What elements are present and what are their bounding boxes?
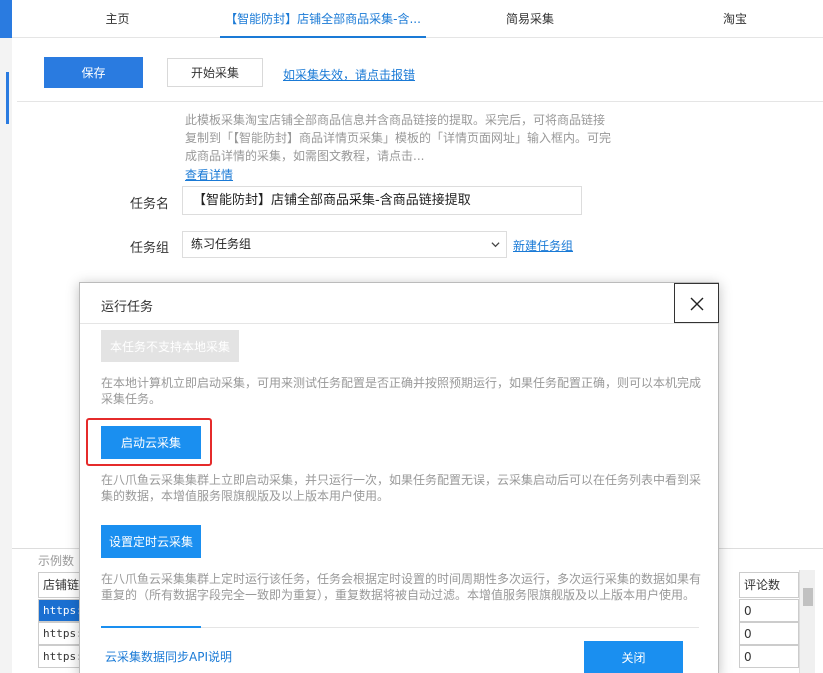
tab-taobao[interactable]: 淘宝: [690, 0, 780, 38]
sample-data-label: 示例数: [38, 554, 75, 568]
table-row-comments[interactable]: 0: [739, 622, 799, 645]
table-header-comments: 评论数: [739, 572, 799, 598]
table-row-comments[interactable]: 0: [739, 645, 799, 668]
task-group-label: 任务组: [130, 241, 170, 256]
schedule-cloud-collect-button[interactable]: 设置定时云采集: [101, 525, 201, 558]
task-name-input[interactable]: 【智能防封】店铺全部商品采集-含商品链接提取: [182, 186, 582, 215]
top-tab-bar: 主页 【智能防封】店铺全部商品采集-含... 简易采集 淘宝: [0, 0, 823, 38]
report-error-link[interactable]: 如采集失效，请点击报错: [283, 66, 415, 83]
local-collect-button: 本任务不支持本地采集: [101, 330, 239, 362]
dialog-close-button[interactable]: [674, 283, 719, 323]
window-accent: [0, 0, 12, 38]
scrollbar-thumb[interactable]: [803, 588, 813, 606]
dialog-title: 运行任务: [101, 300, 154, 315]
chevron-down-icon: [491, 242, 500, 248]
task-group-select[interactable]: 练习任务组: [182, 231, 507, 258]
start-cloud-collect-button[interactable]: 启动云采集: [101, 426, 201, 459]
template-description: 此模板采集淘宝店铺全部商品信息并含商品链接的提取。采完后，可将商品链接复制到「【…: [185, 113, 612, 163]
table-row-url[interactable]: https:: [38, 622, 83, 645]
table-header-shop-link: 店铺链: [38, 572, 83, 598]
cloud-api-doc-link[interactable]: 云采集数据同步API说明: [105, 648, 232, 665]
tab-current-task[interactable]: 【智能防封】店铺全部商品采集-含...: [220, 0, 426, 38]
footer-accent-bar: [101, 626, 201, 628]
toolbar-divider: [17, 101, 823, 102]
table-row-comments[interactable]: 0: [739, 599, 799, 622]
schedule-collect-description: 在八爪鱼云采集集群上定时运行该任务，任务会根据定时设置的时间周期性多次运行，多次…: [101, 572, 702, 602]
task-name-label: 任务名: [130, 197, 170, 212]
task-group-value: 练习任务组: [191, 237, 252, 251]
cloud-collect-description: 在八爪鱼云采集集群上立即启动采集，并只运行一次，如果任务配置无误，云采集启动后可…: [101, 473, 702, 503]
table-row-url[interactable]: https:: [38, 599, 83, 622]
new-task-group-link[interactable]: 新建任务组: [513, 237, 573, 254]
start-collect-button[interactable]: 开始采集: [167, 58, 263, 87]
table-vertical-scrollbar[interactable]: [799, 570, 815, 673]
dialog-header-divider: [80, 323, 718, 324]
run-task-dialog: 运行任务 本任务不支持本地采集 在本地计算机立即启动采集，可用来测试任务配置是否…: [79, 282, 719, 673]
tab-home[interactable]: 主页: [60, 0, 175, 38]
left-sidebar-strip: [0, 38, 12, 673]
save-button[interactable]: 保存: [44, 57, 143, 88]
close-button[interactable]: 关闭: [584, 641, 683, 673]
table-row-url[interactable]: https:: [38, 645, 83, 668]
tab-simple-collect[interactable]: 简易采集: [470, 0, 590, 38]
local-collect-description: 在本地计算机立即启动采集，可用来测试任务配置是否正确并按照预期运行，如果任务配置…: [101, 376, 702, 406]
close-icon: [690, 297, 704, 311]
view-detail-link[interactable]: 查看详情: [185, 166, 233, 183]
sidebar-active-marker: [6, 72, 9, 124]
